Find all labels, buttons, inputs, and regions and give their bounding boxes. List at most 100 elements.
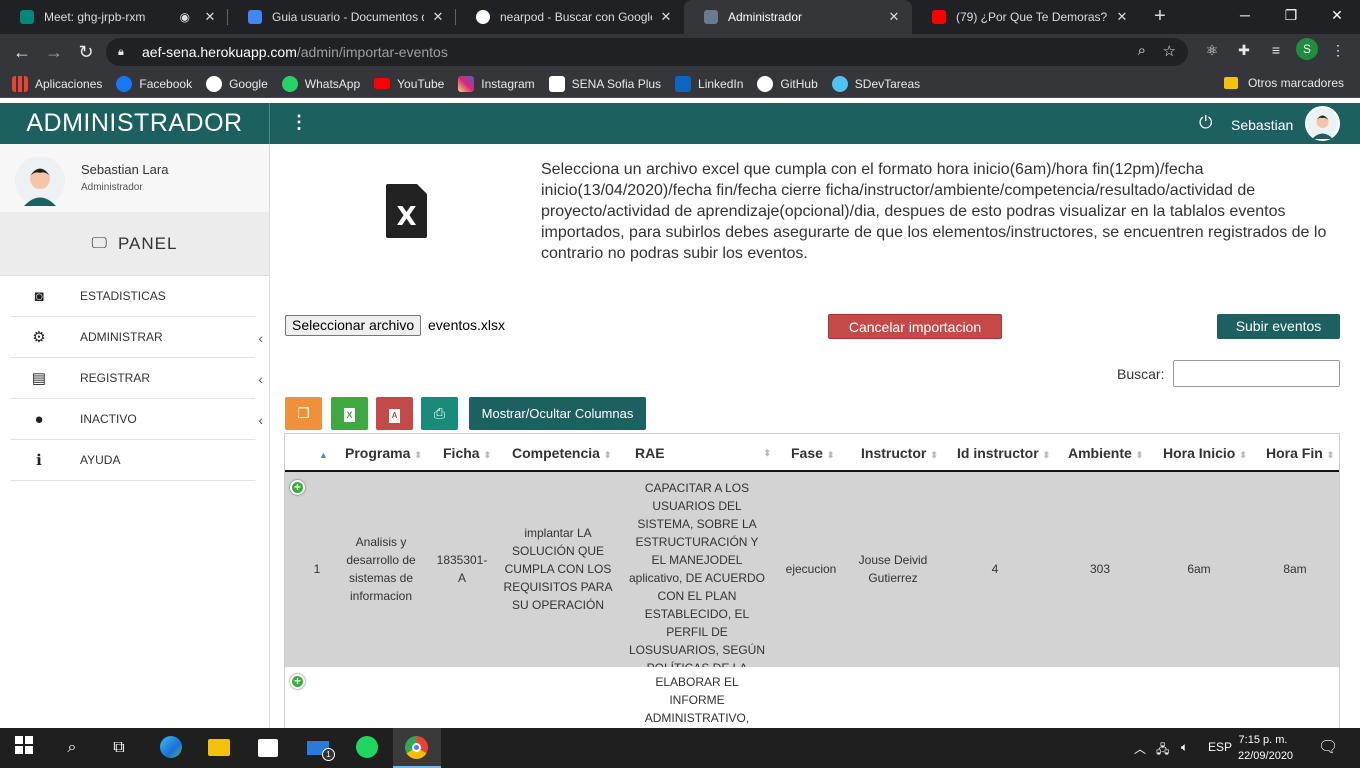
header-username[interactable]: Sebastian bbox=[1231, 117, 1293, 133]
bookmark-github[interactable]: GitHub bbox=[757, 75, 818, 92]
sidebar-item-registrar[interactable]: ▤ REGISTRAR ‹ bbox=[10, 358, 263, 399]
copy-icon: ❐ bbox=[297, 405, 310, 421]
column-header-ambiente[interactable]: Ambiente ⬍ bbox=[1068, 434, 1143, 472]
meet-icon bbox=[20, 10, 34, 24]
cell-ficha: 1835301-A bbox=[436, 553, 488, 585]
upload-events-button[interactable]: Subir eventos bbox=[1217, 314, 1340, 339]
browser-tab-google[interactable]: nearpod - Buscar con Google ✕ bbox=[456, 0, 684, 34]
sidebar-item-estadisticas[interactable]: ◙ ESTADISTICAS bbox=[10, 276, 255, 317]
profile-name: Sebastian Lara bbox=[81, 162, 169, 177]
chrome-taskbar-item[interactable] bbox=[393, 728, 441, 768]
bookmark-label: GitHub bbox=[780, 76, 818, 91]
store-icon[interactable] bbox=[256, 736, 280, 760]
column-header-index[interactable]: ▲ bbox=[315, 434, 328, 472]
restore-icon[interactable]: ❐ bbox=[1268, 0, 1314, 32]
language-indicator[interactable]: ESP bbox=[1208, 740, 1232, 754]
table-row[interactable]: + ELABORAR EL INFORME ADMINISTRATIVO, SI… bbox=[285, 667, 1339, 728]
browser-toolbar: ← → ↻ 🔒︎ aef-sena.herokuapp.com/admin/im… bbox=[0, 34, 1360, 70]
cell-instructor: Jouse Deivid Gutierrez bbox=[858, 553, 928, 585]
clock[interactable]: 7:15 p. m. 22/09/2020 bbox=[1238, 732, 1293, 764]
search-input[interactable] bbox=[1173, 360, 1340, 387]
print-button[interactable]: ⎙ bbox=[421, 397, 458, 430]
browser-tab-administrador[interactable]: Administrador ✕ bbox=[684, 0, 912, 34]
panel-heading[interactable]: 🖵︎ PANEL bbox=[0, 212, 269, 276]
column-header-ficha[interactable]: Ficha ⬍ bbox=[443, 434, 491, 472]
facebook-icon bbox=[116, 75, 133, 92]
extensions-icon[interactable]: ✚ bbox=[1232, 38, 1256, 62]
search-icon[interactable]: ⌕ bbox=[60, 736, 84, 760]
pdf-export-button[interactable]: A bbox=[376, 397, 413, 430]
folder-icon bbox=[1223, 77, 1238, 89]
address-bar[interactable]: 🔒︎ aef-sena.herokuapp.com/admin/importar… bbox=[106, 38, 1188, 66]
close-tab-icon[interactable]: ✕ bbox=[658, 9, 674, 25]
bookmark-aplicaciones[interactable]: Aplicaciones bbox=[12, 75, 102, 92]
column-header-rae[interactable]: RAE ⬍ bbox=[635, 434, 771, 472]
bookmark-facebook[interactable]: Facebook bbox=[116, 75, 192, 92]
sidebar-item-administrar[interactable]: ⚙ ADMINISTRAR ‹ bbox=[10, 317, 263, 358]
forward-icon[interactable]: → bbox=[38, 42, 70, 63]
network-icon[interactable]: 🖧︎ bbox=[1156, 740, 1169, 761]
close-tab-icon[interactable]: ✕ bbox=[202, 9, 218, 25]
column-header-hora-fin[interactable]: Hora Fin ⬍ bbox=[1266, 434, 1334, 472]
excel-export-button[interactable]: X bbox=[331, 397, 368, 430]
close-tab-icon[interactable]: ✕ bbox=[886, 9, 902, 25]
sidebar-item-ayuda[interactable]: ℹ AYUDA bbox=[10, 440, 255, 481]
sidebar: Sebastian Lara Administrador 🖵︎ PANEL ◙ … bbox=[0, 144, 270, 728]
chrome-menu-icon[interactable]: ⋮ bbox=[1326, 38, 1350, 62]
bookmark-sena[interactable]: SENA Sofia Plus bbox=[548, 75, 661, 92]
media-icon[interactable]: ≡ bbox=[1264, 38, 1288, 62]
power-icon[interactable]: ⏻ bbox=[1199, 113, 1212, 133]
bookmark-whatsapp[interactable]: WhatsApp bbox=[281, 75, 360, 92]
back-icon[interactable]: ← bbox=[6, 42, 38, 63]
react-devtools-icon[interactable]: ⚛ bbox=[1200, 38, 1224, 62]
close-tab-icon[interactable]: ✕ bbox=[1114, 9, 1130, 25]
other-bookmarks[interactable]: Otros marcadores bbox=[1223, 76, 1344, 90]
apps-grid-icon bbox=[12, 75, 28, 92]
volume-icon[interactable]: 🔈︎ bbox=[1181, 740, 1188, 755]
show-hidden-icons[interactable]: ︿ bbox=[1134, 740, 1146, 757]
bookmark-star-icon[interactable]: ☆ bbox=[1163, 42, 1176, 60]
spotify-icon[interactable] bbox=[355, 736, 379, 760]
id-card-icon: ▤ bbox=[31, 370, 47, 387]
youtube-icon bbox=[374, 78, 391, 89]
bookmark-instagram[interactable]: Instagram bbox=[458, 75, 535, 92]
bookmark-google[interactable]: Google bbox=[206, 75, 268, 92]
tab-title: Meet: ghg-jrpb-rxm bbox=[44, 10, 146, 24]
sidebar-item-inactivo[interactable]: ● INACTIVO ‹ bbox=[10, 399, 263, 440]
copy-button[interactable]: ❐ bbox=[285, 397, 322, 430]
column-header-fase[interactable]: Fase ⬍ bbox=[791, 434, 834, 472]
task-view-icon[interactable]: ⧉ bbox=[107, 736, 131, 760]
profile-avatar[interactable]: S bbox=[1296, 38, 1318, 60]
column-header-programa[interactable]: Programa ⬍ bbox=[345, 434, 422, 472]
cancel-import-button[interactable]: Cancelar importacion bbox=[828, 314, 1002, 339]
table-row[interactable]: + 1 Analisis y desarrollo de sistemas de… bbox=[285, 472, 1339, 693]
bookmark-youtube[interactable]: YouTube bbox=[374, 77, 444, 91]
edge-icon[interactable] bbox=[159, 736, 183, 760]
bookmark-linkedin[interactable]: LinkedIn bbox=[675, 75, 743, 92]
close-window-icon[interactable]: ✕ bbox=[1314, 0, 1360, 32]
sort-icon: ⬍ bbox=[930, 450, 938, 460]
column-header-competencia[interactable]: Competencia ⬍ bbox=[512, 434, 611, 472]
windows-start-icon[interactable] bbox=[12, 736, 36, 760]
file-explorer-icon[interactable] bbox=[207, 736, 231, 760]
column-header-hora-inicio[interactable]: Hora Inicio ⬍ bbox=[1163, 434, 1247, 472]
mail-icon[interactable]: 1 bbox=[306, 736, 335, 761]
bookmark-sdevtareas[interactable]: SDevTareas bbox=[831, 75, 920, 92]
new-tab-button[interactable]: + bbox=[1140, 0, 1180, 34]
browser-tab-meet[interactable]: Meet: ghg-jrpb-rxm ◉ ✕ bbox=[0, 0, 228, 34]
choose-file-button[interactable]: Seleccionar archivo bbox=[285, 315, 422, 336]
zoom-icon[interactable]: ⌕ bbox=[1138, 42, 1146, 59]
column-header-instructor[interactable]: Instructor ⬍ bbox=[861, 434, 938, 472]
expand-row-icon[interactable]: + bbox=[290, 480, 305, 495]
expand-row-icon[interactable]: + bbox=[290, 674, 305, 689]
column-header-id-instructor[interactable]: Id instructor ⬍ bbox=[957, 434, 1050, 472]
close-tab-icon[interactable]: ✕ bbox=[430, 9, 446, 25]
notifications-icon[interactable]: 🗨︎ bbox=[1318, 737, 1338, 757]
browser-tab-youtube[interactable]: (79) ¿Por Que Te Demoras? - Y ✕ bbox=[912, 0, 1140, 34]
menu-toggle-icon[interactable]: ⋮ bbox=[290, 112, 308, 133]
reload-icon[interactable]: ↻ bbox=[70, 42, 102, 63]
header-avatar[interactable] bbox=[1305, 106, 1340, 141]
toggle-columns-button[interactable]: Mostrar/Ocultar Columnas bbox=[469, 397, 646, 430]
browser-tab-docs[interactable]: Guia usuario - Documentos de ✕ bbox=[228, 0, 456, 34]
minimize-icon[interactable]: ─ bbox=[1222, 0, 1268, 32]
